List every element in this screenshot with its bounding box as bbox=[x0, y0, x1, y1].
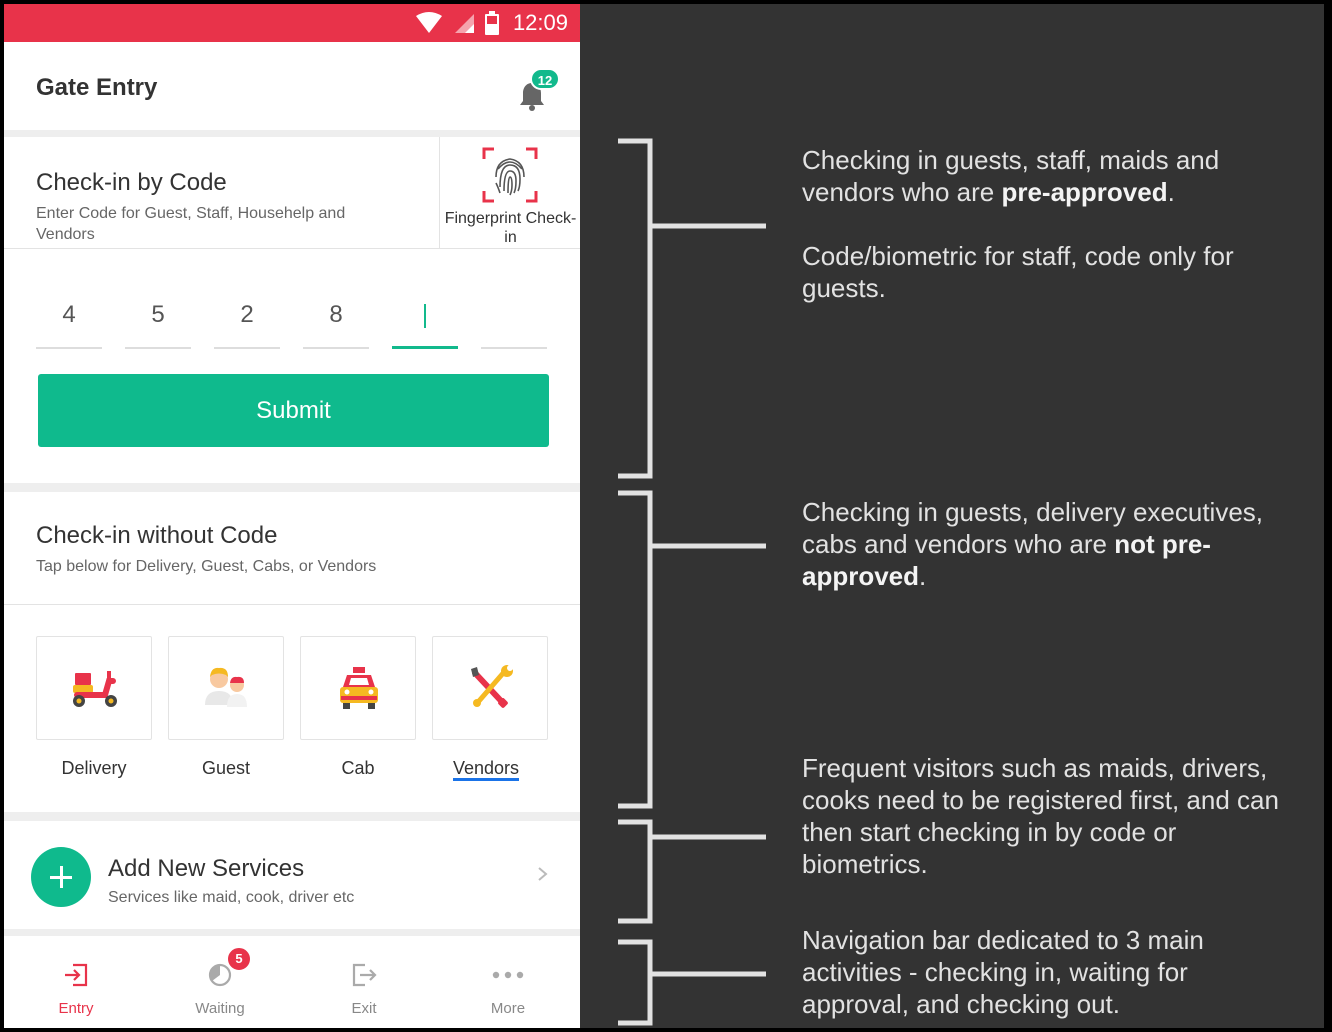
vendors-label: Vendors bbox=[428, 758, 544, 781]
bracket-3 bbox=[618, 819, 766, 924]
phone-screen: 12:09 Gate Entry 12 Check-in by Code Ent… bbox=[4, 4, 580, 1028]
code-digit-2[interactable]: 5 bbox=[125, 287, 191, 349]
checkin-by-code-card: Check-in by Code Enter Code for Guest, S… bbox=[4, 137, 580, 483]
nav-entry[interactable]: Entry bbox=[4, 936, 148, 1028]
fingerprint-icon bbox=[482, 147, 538, 203]
add-services-title: Add New Services bbox=[108, 855, 305, 882]
checkin-without-code-card: Check-in without Code Tap below for Deli… bbox=[4, 492, 580, 812]
bottom-navigation: Entry 5 Waiting Exit More bbox=[4, 936, 580, 1028]
add-new-services-row[interactable]: Add New Services Services like maid, coo… bbox=[4, 821, 580, 929]
submit-button[interactable]: Submit bbox=[38, 374, 549, 447]
code-digit-3[interactable]: 2 bbox=[214, 287, 280, 349]
checkin-without-code-title: Check-in without Code bbox=[36, 522, 278, 549]
vendors-tile[interactable] bbox=[432, 636, 548, 740]
add-plus-icon bbox=[31, 847, 91, 907]
checkin-by-code-header: Check-in by Code Enter Code for Guest, S… bbox=[4, 137, 580, 249]
tools-icon bbox=[471, 665, 513, 708]
clock: 12:09 bbox=[512, 10, 568, 35]
wifi-icon bbox=[415, 12, 442, 33]
nav-more[interactable]: More bbox=[436, 936, 580, 1028]
annotation-navigation-bar: Navigation bar dedicated to 3 main activ… bbox=[802, 925, 1204, 1019]
annotation-frequent-visitors: Frequent visitors such as maids, drivers… bbox=[802, 753, 1279, 879]
cab-tile[interactable] bbox=[300, 636, 416, 740]
guest-tile[interactable] bbox=[168, 636, 284, 740]
fingerprint-checkin-label: Fingerprint Check-in bbox=[444, 210, 577, 246]
delivery-tile[interactable] bbox=[36, 636, 152, 740]
status-bar: 12:09 bbox=[4, 4, 580, 42]
annotation-1-period: . bbox=[1167, 177, 1175, 207]
guest-icon bbox=[205, 667, 247, 707]
code-input-row: 4 5 2 8 bbox=[36, 287, 550, 351]
waiting-count-badge: 5 bbox=[226, 946, 252, 972]
nav-waiting[interactable]: 5 Waiting bbox=[148, 936, 292, 1028]
nav-exit[interactable]: Exit bbox=[292, 936, 436, 1028]
notification-count-badge: 12 bbox=[530, 68, 560, 90]
annotation-panel: Checking in guests, staff, maids and ven… bbox=[580, 4, 1324, 1028]
cell-signal-icon bbox=[454, 14, 474, 33]
code-digit-1[interactable]: 4 bbox=[36, 287, 102, 349]
guest-label: Guest bbox=[201, 758, 251, 778]
battery-icon bbox=[484, 11, 499, 35]
chevron-right-icon bbox=[538, 867, 548, 881]
screenshot-frame: 12:09 Gate Entry 12 Check-in by Code Ent… bbox=[0, 0, 1332, 1032]
checkin-without-code-header: Check-in without Code Tap below for Deli… bbox=[4, 492, 580, 605]
annotation-preapproved: Checking in guests, staff, maids and ven… bbox=[802, 144, 1292, 304]
annotation-preapproved-para2: Code/biometric for staff, code only for … bbox=[802, 241, 1234, 303]
bracket-2 bbox=[618, 490, 766, 809]
code-digit-5[interactable] bbox=[392, 287, 458, 349]
app-bar: Gate Entry 12 bbox=[4, 42, 580, 130]
exit-icon bbox=[352, 963, 377, 987]
annotation-2-period: . bbox=[919, 561, 927, 591]
text-cursor bbox=[424, 303, 426, 328]
checkin-by-code-subtitle: Enter Code for Guest, Staff, Househelp a… bbox=[36, 205, 346, 243]
code-digit-4[interactable]: 8 bbox=[303, 287, 369, 349]
taxi-icon bbox=[340, 667, 378, 709]
nav-entry-label: Entry bbox=[58, 1000, 94, 1017]
cab-label: Cab bbox=[341, 758, 375, 778]
bracket-1 bbox=[618, 138, 766, 479]
nav-more-label: More bbox=[490, 1000, 526, 1017]
annotation-preapproved-para1: Checking in guests, staff, maids and ven… bbox=[802, 144, 1292, 208]
annotation-not-preapproved: Checking in guests, delivery executives,… bbox=[802, 496, 1292, 592]
checkin-without-code-subtitle: Tap below for Delivery, Guest, Cabs, or … bbox=[36, 558, 377, 575]
scooter-icon bbox=[73, 671, 117, 707]
page-title: Gate Entry bbox=[36, 74, 158, 101]
bracket-4 bbox=[618, 939, 766, 1026]
delivery-label: Delivery bbox=[61, 758, 127, 778]
checkin-by-code-title: Check-in by Code bbox=[36, 169, 227, 196]
nav-waiting-label: Waiting bbox=[195, 1000, 245, 1017]
entry-icon bbox=[65, 963, 88, 987]
nav-exit-label: Exit bbox=[351, 1000, 377, 1017]
annotation-1-bold: pre-approved bbox=[1001, 177, 1168, 207]
add-services-subtitle: Services like maid, cook, driver etc bbox=[108, 889, 355, 906]
vendors-label-text: Vendors bbox=[452, 758, 520, 781]
code-digit-6[interactable] bbox=[481, 287, 547, 349]
more-dots-icon bbox=[492, 971, 524, 979]
fingerprint-checkin-button[interactable]: Fingerprint Check-in bbox=[439, 137, 580, 249]
